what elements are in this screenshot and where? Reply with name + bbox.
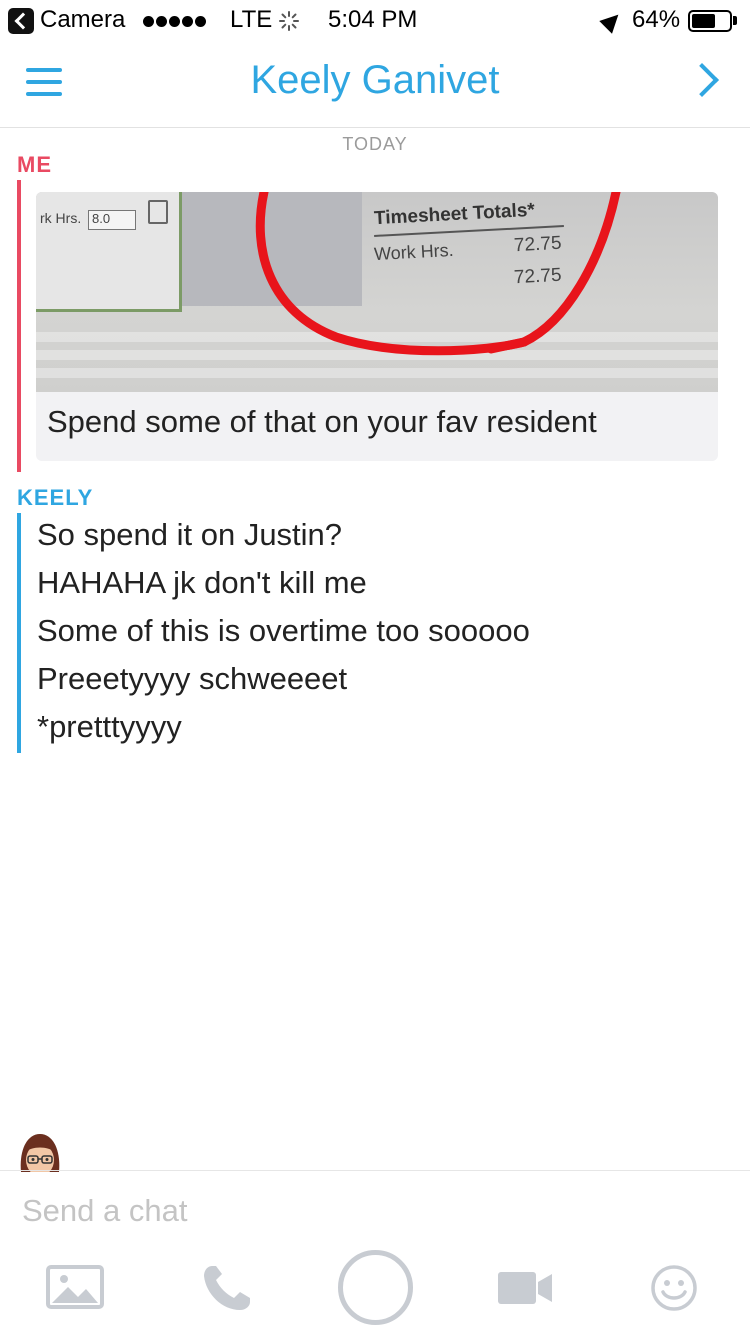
clock: 5:04 PM [328, 6, 418, 33]
back-app-label[interactable]: Camera [40, 6, 125, 34]
message-text: So spend it on Justin? [37, 517, 343, 552]
carrier-label: LTE [230, 6, 273, 33]
me-message-bar [17, 180, 21, 472]
location-arrow-icon [599, 8, 625, 34]
photo-message[interactable]: rk Hrs. 8.0 Timesheet Totals* Work Hrs. … [36, 192, 718, 461]
back-to-app-icon[interactable] [8, 8, 34, 34]
send-chat-input[interactable] [20, 1192, 720, 1230]
chat-title[interactable]: Keely Ganivet [0, 58, 750, 103]
image-icon[interactable] [46, 1265, 104, 1309]
sender-label-me: ME [17, 152, 52, 177]
phone-icon[interactable] [200, 1262, 252, 1314]
composer-divider [0, 1170, 750, 1171]
loading-spinner-icon [279, 11, 299, 31]
sender-label-keely: KEELY [17, 485, 94, 510]
message-text: Some of this is overtime too sooooo [37, 613, 530, 648]
status-bar: Camera LTE 5:04 PM 64% [0, 0, 750, 40]
battery-percent: 64% [632, 6, 681, 33]
keely-message-bar [17, 513, 21, 753]
message-text: Preeetyyyy schweeeet [37, 661, 348, 696]
capture-button[interactable] [338, 1250, 413, 1325]
date-divider: TODAY [342, 134, 408, 154]
red-circle-annotation [255, 192, 621, 356]
message-text: HAHAHA jk don't kill me [37, 565, 367, 600]
photo-caption: Spend some of that on your fav resident [47, 404, 597, 439]
timesheet-photo[interactable]: rk Hrs. 8.0 Timesheet Totals* Work Hrs. … [36, 192, 718, 392]
message-text: *pretttyyyy [37, 709, 182, 744]
video-icon[interactable] [498, 1270, 554, 1306]
emoji-icon[interactable] [650, 1264, 698, 1312]
battery-icon [688, 10, 732, 32]
bitmoji-avatar[interactable] [15, 1132, 65, 1172]
signal-strength-icon [143, 14, 208, 32]
chat-header: Keely Ganivet [0, 40, 750, 128]
